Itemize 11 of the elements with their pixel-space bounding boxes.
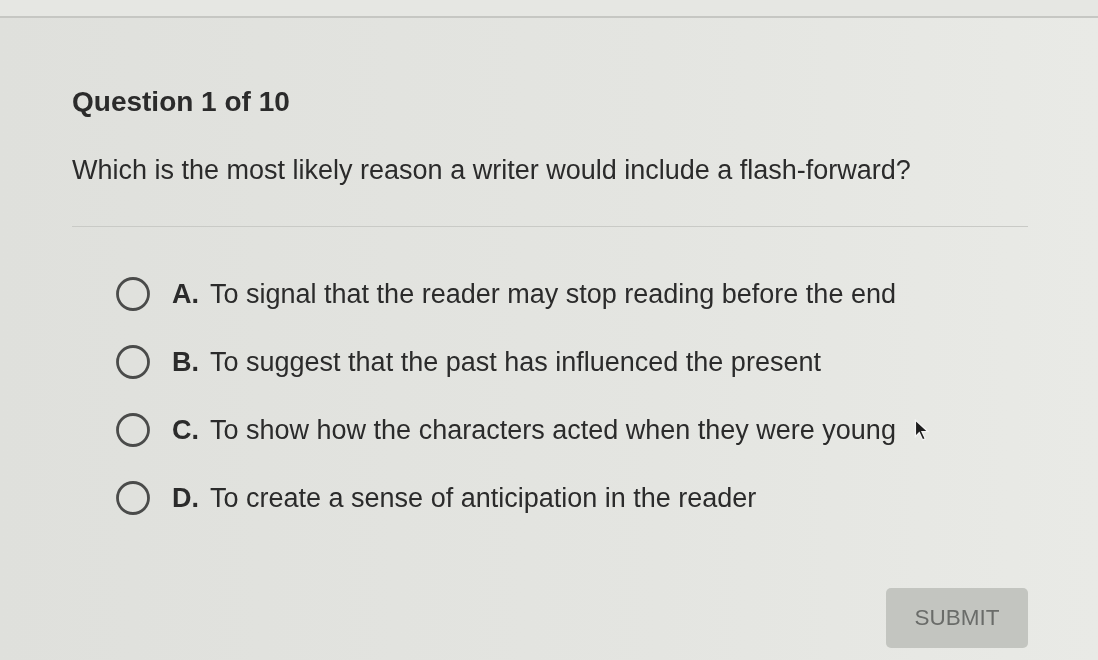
- radio-button[interactable]: [116, 345, 150, 379]
- radio-button[interactable]: [116, 277, 150, 311]
- radio-button[interactable]: [116, 413, 150, 447]
- answer-option-label[interactable]: B. To suggest that the past has influenced the present: [172, 345, 821, 379]
- answer-option-label[interactable]: C. To show how the characters acted when they were young: [172, 413, 896, 447]
- answer-option-label[interactable]: A. To signal that the reader may stop reading before the end: [172, 277, 896, 311]
- radio-button[interactable]: [116, 481, 150, 515]
- question-text: Which is the most likely reason a writer would include a flash-forward?: [72, 154, 911, 187]
- question-counter: Question 1 of 10: [72, 85, 290, 119]
- answer-option-label[interactable]: D. To create a sense of anticipation in the reader: [172, 481, 757, 515]
- mouse-pointer-icon: [913, 419, 930, 441]
